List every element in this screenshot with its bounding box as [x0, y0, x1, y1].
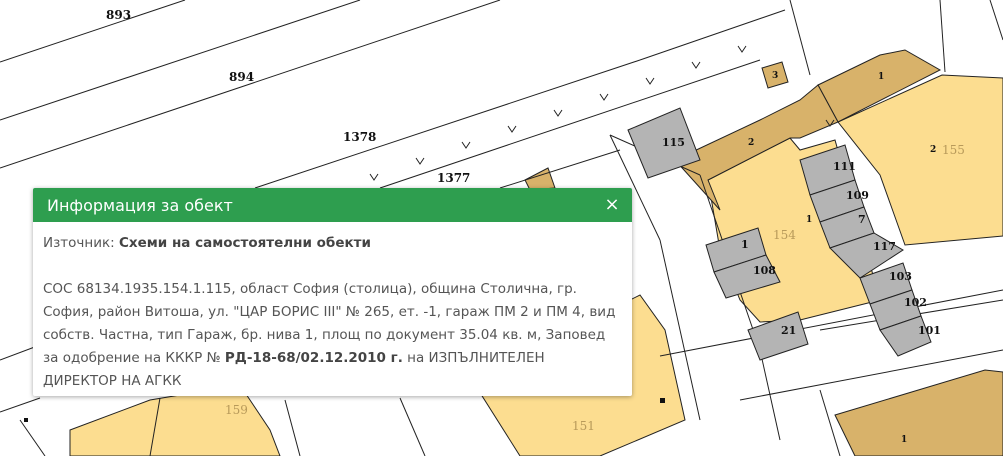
label-1-bottom: 1 — [901, 435, 907, 445]
order-number: РД-18-68/02.12.2010 г. — [224, 350, 403, 366]
popup-header: Информация за обект × — [33, 188, 632, 222]
label-893: 893 — [106, 8, 131, 22]
label-1-mid: 1 — [806, 215, 812, 225]
label-1-top: 1 — [878, 72, 884, 82]
source-line: Източник: Схеми на самостоятелни обекти — [43, 232, 620, 255]
label-21: 21 — [781, 324, 796, 337]
label-102: 102 — [904, 296, 927, 309]
popup-body: Източник: Схеми на самостоятелни обекти … — [33, 222, 632, 393]
object-info-popup: Информация за обект × Източник: Схеми на… — [33, 188, 632, 396]
label-109: 109 — [846, 189, 869, 202]
close-icon[interactable]: × — [602, 196, 622, 214]
label-894: 894 — [229, 70, 254, 84]
label-2-right: 2 — [930, 145, 936, 155]
label-101: 101 — [918, 324, 941, 337]
label-155: 155 — [942, 143, 965, 157]
label-1377: 1377 — [437, 171, 470, 185]
label-154: 154 — [773, 228, 796, 242]
label-7: 7 — [858, 213, 866, 226]
source-value: Схеми на самостоятелни обекти — [118, 235, 371, 251]
label-111: 111 — [833, 160, 856, 173]
label-1378: 1378 — [343, 130, 376, 144]
label-117: 117 — [873, 240, 896, 253]
building-right-bottom[interactable] — [834, 369, 1003, 456]
label-2-left: 2 — [748, 138, 754, 148]
label-108: 108 — [753, 264, 776, 277]
label-103: 103 — [889, 270, 912, 283]
source-label: Източник: — [43, 235, 119, 251]
label-1-small: 1 — [741, 238, 749, 251]
label-159: 159 — [225, 403, 248, 417]
object-description: СОС 68134.1935.154.1.115, област София (… — [43, 278, 620, 393]
popup-title: Информация за обект — [47, 195, 233, 215]
label-115: 115 — [662, 136, 685, 149]
label-3: 3 — [772, 71, 778, 81]
label-151: 151 — [572, 419, 595, 433]
